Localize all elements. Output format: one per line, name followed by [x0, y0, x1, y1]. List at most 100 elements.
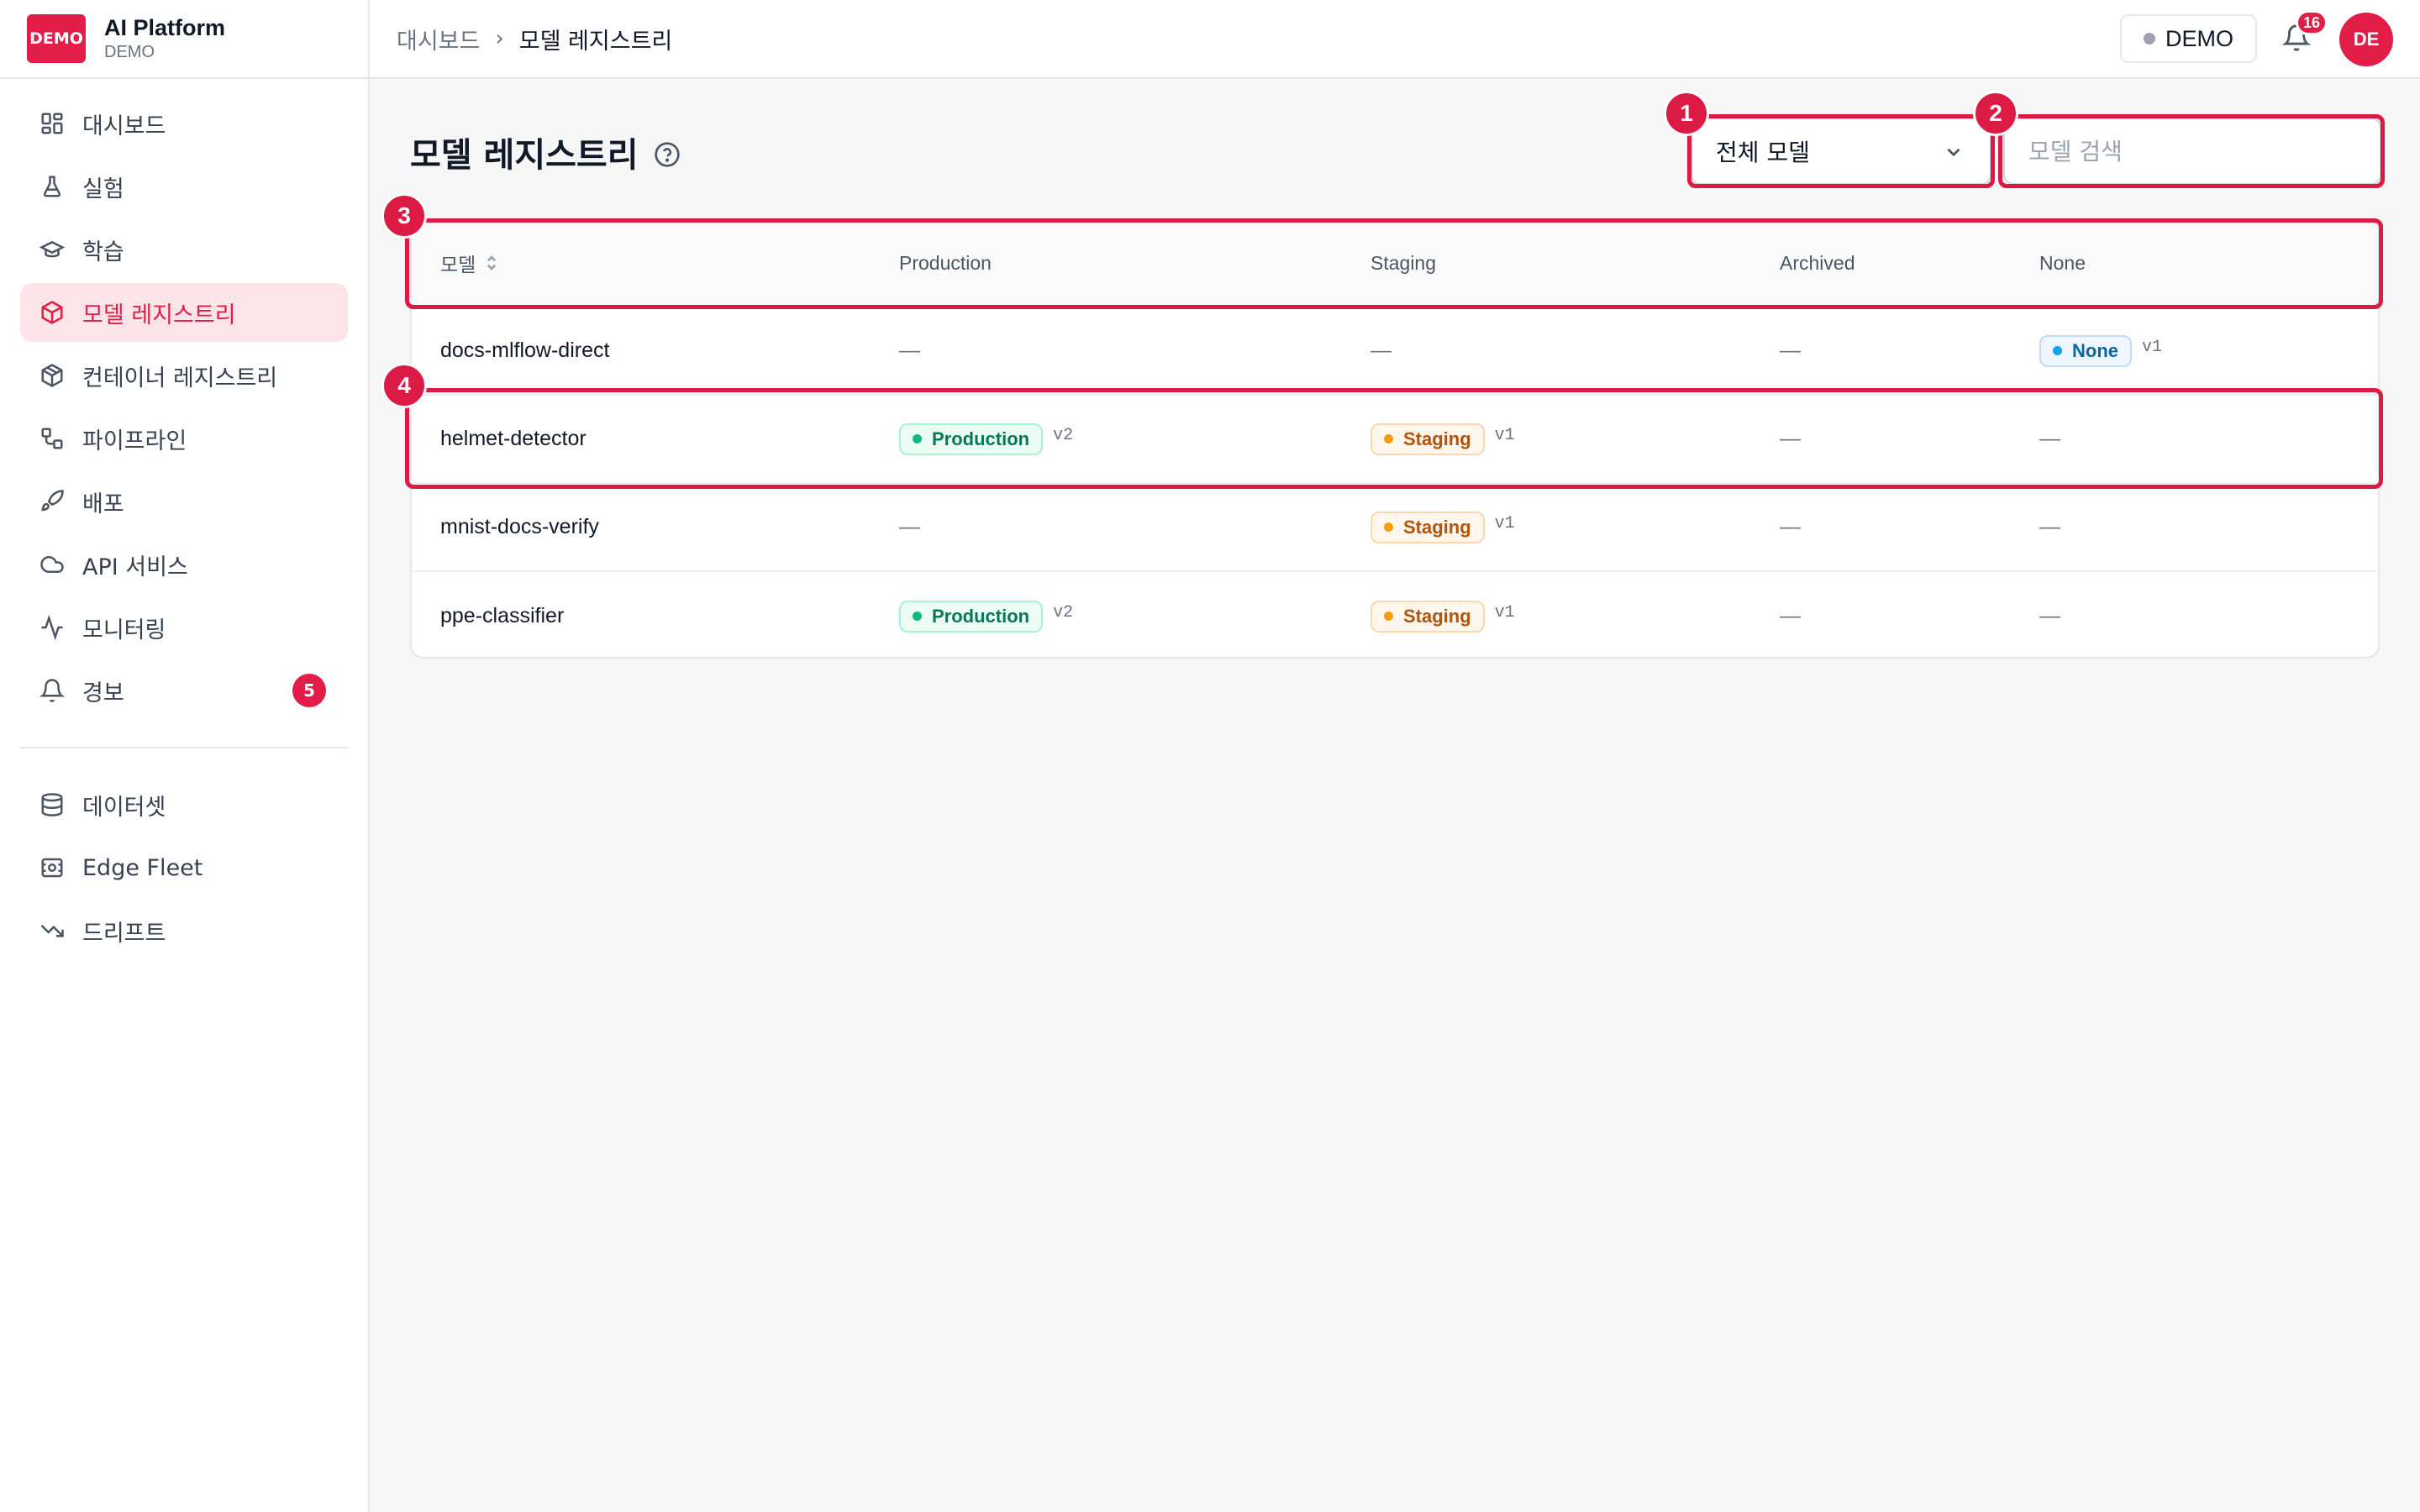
sort-icon[interactable] — [484, 254, 499, 272]
brand-subtitle: DEMO — [104, 43, 155, 61]
status-dot-icon — [2053, 346, 2062, 355]
sidebar-item-pipeline[interactable]: 파이프라인 — [20, 409, 348, 468]
production-stage-cell: Production v2 — [899, 423, 1073, 455]
table-row[interactable]: ppe-classifier Production v2 Staging v1 … — [412, 572, 2378, 657]
model-filter-select[interactable]: 전체 모델 — [1691, 118, 1991, 185]
sidebar-item-datasets[interactable]: 데이터셋 — [20, 775, 348, 834]
table-row[interactable]: mnist-docs-verify — Staging v1 — — — [412, 484, 2378, 572]
notifications-button[interactable]: 16 — [2281, 10, 2328, 54]
sidebar-item-alerts[interactable]: 경보 5 — [20, 661, 348, 720]
sidebar-item-experiments[interactable]: 실험 — [20, 157, 348, 216]
version-label: v2 — [1053, 426, 1074, 445]
stage-badge-staging: Staging — [1370, 511, 1485, 543]
empty-cell: — — [899, 515, 920, 538]
status-dot-icon — [2144, 33, 2155, 45]
annotation-marker-1: 1 — [1664, 91, 1709, 136]
help-circle-icon[interactable] — [654, 138, 682, 167]
empty-cell: — — [2039, 427, 2060, 450]
flask-icon — [39, 173, 66, 200]
sidebar-item-monitoring[interactable]: 모니터링 — [20, 598, 348, 657]
table-header: 모델 Production Staging Archived None — [412, 220, 2378, 307]
sidebar-item-label: 모델 레지스트리 — [82, 302, 236, 328]
none-stage-cell: None v1 — [2039, 334, 2163, 367]
sidebar-item-label: 모니터링 — [82, 617, 166, 643]
graduation-cap-icon — [39, 236, 66, 263]
brand[interactable]: DEMO AI Platform DEMO — [0, 0, 368, 79]
breadcrumb-parent-link[interactable]: 대시보드 — [397, 23, 480, 55]
annotation-marker-3: 3 — [381, 193, 427, 239]
sidebar-item-label: 실험 — [82, 176, 124, 202]
sidebar-item-container-registry[interactable]: 컨테이너 레지스트리 — [20, 346, 348, 405]
staging-stage-cell: Staging v1 — [1370, 511, 1515, 543]
model-name[interactable]: docs-mlflow-direct — [440, 339, 609, 363]
empty-cell: — — [1780, 604, 1801, 627]
status-dot-icon — [913, 434, 922, 444]
database-icon — [39, 791, 66, 818]
staging-stage-cell: Staging v1 — [1370, 600, 1515, 633]
sidebar-item-label: 데이터셋 — [82, 794, 166, 821]
sidebar-item-drift[interactable]: 드리프트 — [20, 901, 348, 960]
badge-label: Staging — [1403, 605, 1471, 627]
sidebar-item-api-service[interactable]: API 서비스 — [20, 535, 348, 594]
model-name[interactable]: ppe-classifier — [440, 604, 564, 628]
status-dot-icon — [1384, 612, 1393, 621]
sidebar-item-dashboard[interactable]: 대시보드 — [20, 94, 348, 153]
badge-label: None — [2072, 339, 2118, 361]
sidebar-item-model-registry[interactable]: 모델 레지스트리 — [20, 283, 348, 342]
sidebar-item-label: 경보 — [82, 680, 124, 706]
model-name[interactable]: mnist-docs-verify — [440, 515, 599, 539]
sidebar-item-label: 드리프트 — [82, 920, 166, 947]
annotation-marker-4: 4 — [381, 363, 427, 408]
trending-down-icon — [39, 917, 66, 944]
sidebar-item-label: API 서비스 — [82, 554, 188, 580]
version-label: v1 — [1494, 603, 1515, 622]
breadcrumb: 대시보드 › 모델 레지스트리 — [397, 23, 672, 55]
version-label: v1 — [1494, 514, 1515, 533]
empty-cell: — — [2039, 515, 2060, 538]
model-name[interactable]: helmet-detector — [440, 427, 587, 451]
page-title: 모델 레지스트리 — [410, 136, 639, 175]
brand-title: AI Platform — [104, 15, 226, 40]
sidebar-item-deploy[interactable]: 배포 — [20, 472, 348, 531]
empty-cell: — — [1780, 339, 1801, 362]
empty-cell: — — [899, 339, 920, 362]
sidebar-item-training[interactable]: 학습 — [20, 220, 348, 279]
table-row[interactable]: docs-mlflow-direct — — — None v1 — [412, 307, 2378, 396]
column-header-production: Production — [899, 251, 992, 274]
table-row[interactable]: helmet-detector Production v2 Staging v1… — [412, 396, 2378, 484]
empty-cell: — — [1780, 515, 1801, 538]
sidebar-item-label: 파이프라인 — [82, 428, 187, 454]
activity-icon — [39, 614, 66, 641]
column-label: 모델 — [440, 254, 476, 276]
status-dot-icon — [913, 612, 922, 621]
badge-label: Production — [932, 428, 1030, 449]
bell-icon — [39, 677, 66, 704]
column-header-model[interactable]: 모델 — [440, 249, 499, 277]
empty-cell: — — [1780, 427, 1801, 450]
sidebar-divider — [20, 747, 348, 748]
model-filter-value: 전체 모델 — [1716, 139, 1810, 166]
status-dot-icon — [1384, 522, 1393, 532]
rocket-icon — [39, 488, 66, 515]
model-search-input[interactable] — [2003, 118, 2381, 185]
environment-selector[interactable]: DEMO — [2120, 14, 2257, 63]
badge-label: Staging — [1403, 428, 1471, 449]
box-icon — [39, 362, 66, 389]
topbar: 대시보드 › 모델 레지스트리 DEMO 16 DE — [370, 0, 2420, 79]
user-avatar[interactable]: DE — [2339, 13, 2393, 66]
stage-badge-staging: Staging — [1370, 600, 1485, 633]
annotation-marker-2: 2 — [1973, 91, 2018, 136]
empty-cell: — — [2039, 604, 2060, 627]
production-stage-cell: Production v2 — [899, 600, 1073, 633]
pipeline-icon — [39, 425, 66, 452]
environment-label: DEMO — [2165, 25, 2233, 51]
edge-device-icon — [39, 854, 66, 881]
sidebar-item-label: 대시보드 — [82, 113, 166, 139]
sidebar-item-edge-fleet[interactable]: Edge Fleet — [20, 838, 348, 897]
notification-count-badge: 16 — [2296, 10, 2328, 35]
column-header-archived: Archived — [1780, 251, 1855, 274]
breadcrumb-current: 모델 레지스트리 — [518, 28, 673, 55]
sidebar-item-label: 컨테이너 레지스트리 — [82, 365, 278, 391]
dashboard-icon — [39, 110, 66, 137]
version-label: v1 — [2142, 338, 2163, 357]
